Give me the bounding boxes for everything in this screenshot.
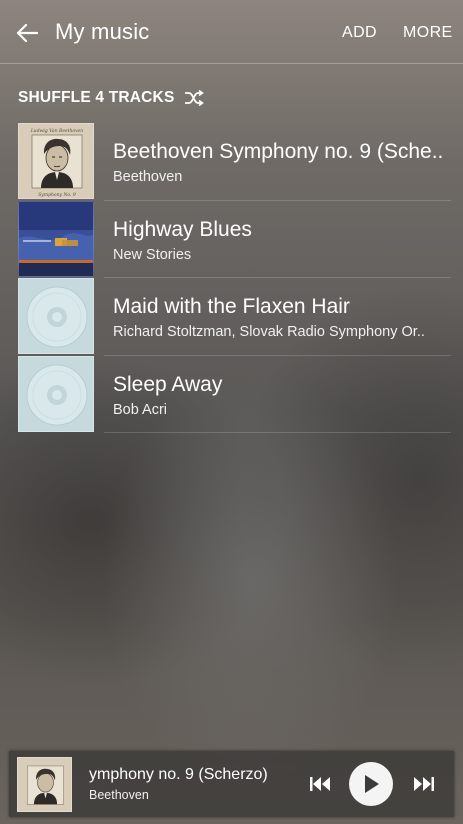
back-arrow-icon — [16, 23, 38, 43]
track-row[interactable]: Sleep Away Bob Acri — [0, 355, 463, 433]
header-divider — [0, 63, 463, 64]
track-title: Beethoven Symphony no. 9 (Sche.. — [113, 140, 444, 163]
now-playing-artist: Beethoven — [89, 788, 149, 802]
play-icon — [365, 775, 379, 793]
shuffle-tracks-button[interactable]: SHUFFLE 4 TRACKS — [18, 87, 205, 109]
cd-placeholder-art — [18, 355, 94, 432]
more-button[interactable]: MORE — [403, 24, 453, 42]
play-button[interactable] — [349, 762, 393, 806]
previous-track-button[interactable] — [305, 769, 335, 799]
track-row[interactable]: Maid with the Flaxen Hair Richard Stoltz… — [0, 278, 463, 356]
page-title: My music — [55, 19, 150, 44]
add-button[interactable]: ADD — [342, 24, 377, 42]
app-header: My music ADD MORE — [0, 0, 463, 64]
back-button[interactable] — [10, 16, 44, 50]
track-row[interactable]: Highway Blues New Stories — [0, 200, 463, 278]
track-artist: Richard Stoltzman, Slovak Radio Symphony… — [113, 324, 425, 340]
next-track-button[interactable] — [409, 769, 439, 799]
now-playing-title: ymphony no. 9 (Scherzo) — [89, 766, 268, 783]
shuffle-icon — [184, 90, 205, 106]
track-row[interactable]: Ludwig Van Beethoven Symphony No. 9 Beet… — [0, 123, 463, 201]
svg-text:Ludwig Van Beethoven: Ludwig Van Beethoven — [30, 128, 83, 134]
mini-player[interactable]: ymphony no. 9 (Scherzo) Beethoven — [9, 751, 454, 817]
cd-placeholder-art — [18, 278, 94, 354]
track-artist: Beethoven — [113, 169, 183, 185]
track-title: Highway Blues — [113, 217, 252, 241]
track-artist: New Stories — [113, 246, 192, 263]
track-artist: Bob Acri — [113, 401, 167, 418]
now-playing-album-art[interactable] — [17, 757, 72, 812]
beethoven-album-art: Ludwig Van Beethoven Symphony No. 9 — [18, 123, 94, 199]
row-divider — [104, 432, 451, 433]
track-title: Sleep Away — [113, 372, 223, 396]
skip-previous-icon — [310, 777, 330, 791]
track-list: Ludwig Van Beethoven Symphony No. 9 Beet… — [0, 123, 463, 433]
skip-next-icon — [414, 777, 434, 791]
shuffle-label: SHUFFLE 4 TRACKS — [18, 89, 175, 106]
svg-text:Symphony No. 9: Symphony No. 9 — [38, 192, 76, 198]
track-title: Maid with the Flaxen Hair — [113, 295, 350, 318]
highway-album-art — [18, 200, 94, 277]
